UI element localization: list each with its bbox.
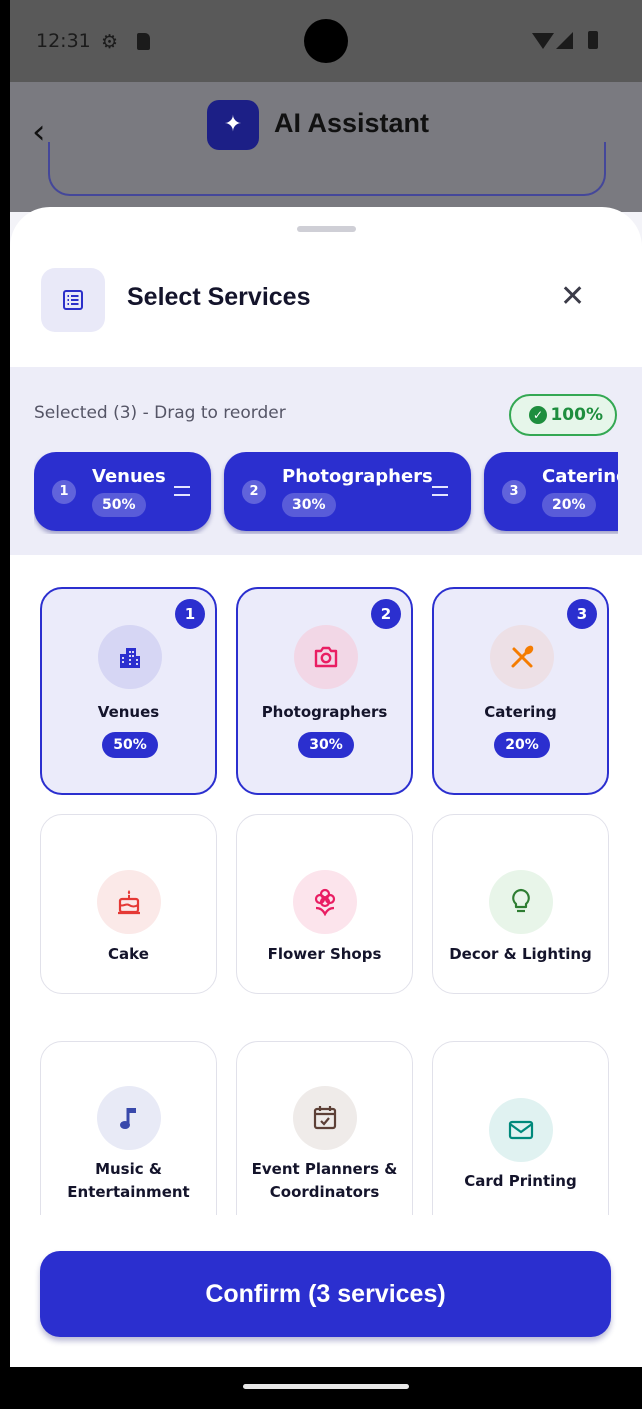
- service-name: Flower Shops: [267, 945, 382, 963]
- calendar-check-icon: [293, 1086, 357, 1150]
- service-card-catering[interactable]: 3 Catering 20%: [432, 587, 609, 795]
- chip-name: Venues: [92, 466, 166, 487]
- selected-chip-photographers[interactable]: 2 Photographers 30%: [224, 452, 471, 531]
- confirm-area: Confirm (3 services): [10, 1215, 642, 1367]
- bottom-sheet: Select Services ✕ Selected (3) - Drag to…: [10, 207, 642, 1367]
- service-percent: 30%: [298, 732, 354, 758]
- total-percent-value: 100%: [550, 405, 603, 425]
- camera-cutout: [304, 19, 348, 63]
- lightbulb-icon: [489, 870, 553, 934]
- list-icon: [41, 268, 105, 332]
- order-badge: 2: [371, 599, 401, 629]
- service-card-music[interactable]: Music & Entertainment: [40, 1041, 217, 1215]
- service-card-venues[interactable]: 1 Venues 50%: [40, 587, 217, 795]
- service-card-card-printing[interactable]: Card Printing: [432, 1041, 609, 1215]
- service-percent: 20%: [494, 732, 550, 758]
- mail-icon: [489, 1098, 553, 1162]
- sheet-title: Select Services: [127, 283, 311, 311]
- chip-percent: 50%: [92, 493, 146, 517]
- home-gesture-bar[interactable]: [243, 1384, 409, 1389]
- chip-name: Catering: [542, 466, 618, 487]
- service-name: Event Planners & Coordinators: [251, 1160, 398, 1201]
- services-grid: 1 Venues 50% 2 Photographers 30% 3 Cater…: [10, 555, 642, 1215]
- drag-handle-icon[interactable]: [174, 486, 190, 496]
- check-circle-icon: ✓: [529, 406, 547, 424]
- system-icons: [532, 31, 612, 51]
- wifi-icon: [532, 33, 554, 49]
- confirm-button[interactable]: Confirm (3 services): [40, 1251, 611, 1337]
- order-badge: 1: [175, 599, 205, 629]
- service-name: Catering: [484, 703, 557, 721]
- chip-order-number: 3: [502, 480, 526, 504]
- back-chevron-icon[interactable]: ‹: [32, 112, 46, 152]
- drag-handle-icon[interactable]: [432, 486, 448, 496]
- order-badge: 3: [567, 599, 597, 629]
- chip-order-number: 1: [52, 480, 76, 504]
- close-icon[interactable]: ✕: [560, 282, 585, 312]
- sheet-drag-handle[interactable]: [297, 226, 356, 232]
- sd-card-icon: [137, 33, 150, 50]
- background-input: [48, 142, 606, 196]
- selected-chip-strip[interactable]: 1 Venues 50% 2 Photographers 30% 3 Cater…: [34, 452, 618, 534]
- service-card-photographers[interactable]: 2 Photographers 30%: [236, 587, 413, 795]
- chip-percent: 20%: [542, 493, 596, 517]
- camera-icon: [294, 625, 358, 689]
- building-icon: [98, 625, 162, 689]
- signal-icon: [556, 32, 573, 49]
- navigation-bar: [10, 1367, 642, 1409]
- service-card-event-planners[interactable]: Event Planners & Coordinators: [236, 1041, 413, 1215]
- service-card-cake[interactable]: Cake: [40, 814, 217, 994]
- status-time: 12:31: [36, 30, 91, 52]
- selected-services-panel: Selected (3) - Drag to reorder ✓ 100% 1 …: [10, 367, 642, 555]
- chip-percent: 30%: [282, 493, 336, 517]
- cake-icon: [97, 870, 161, 934]
- flower-icon: [293, 870, 357, 934]
- selected-chip-catering[interactable]: 3 Catering 20%: [484, 452, 618, 531]
- service-name: Music & Entertainment: [67, 1160, 190, 1201]
- service-percent: 50%: [102, 732, 158, 758]
- music-note-icon: [97, 1086, 161, 1150]
- settings-gear-icon: ⚙: [101, 31, 119, 53]
- app-bar: ‹ ✦ AI Assistant: [10, 82, 642, 212]
- fork-knife-icon: [490, 625, 554, 689]
- service-name: Venues: [97, 703, 160, 721]
- service-name: Card Printing: [464, 1172, 577, 1190]
- selected-chip-venues[interactable]: 1 Venues 50%: [34, 452, 211, 531]
- chip-name: Photographers: [282, 466, 433, 487]
- chip-order-number: 2: [242, 480, 266, 504]
- service-name: Decor & Lighting: [449, 945, 592, 963]
- status-bar: 12:31 ⚙: [10, 0, 642, 82]
- phone-screen: 12:31 ⚙ ‹ ✦ AI Assistant Select Services…: [10, 0, 642, 1409]
- service-name: Cake: [108, 945, 149, 963]
- total-percent-badge: ✓ 100%: [509, 394, 617, 436]
- battery-icon: [588, 31, 598, 49]
- service-name: Photographers: [261, 703, 388, 721]
- service-card-flower-shops[interactable]: Flower Shops: [236, 814, 413, 994]
- selected-count-label: Selected (3) - Drag to reorder: [34, 403, 286, 423]
- service-card-decor-lighting[interactable]: Decor & Lighting: [432, 814, 609, 994]
- app-title: AI Assistant: [274, 108, 430, 138]
